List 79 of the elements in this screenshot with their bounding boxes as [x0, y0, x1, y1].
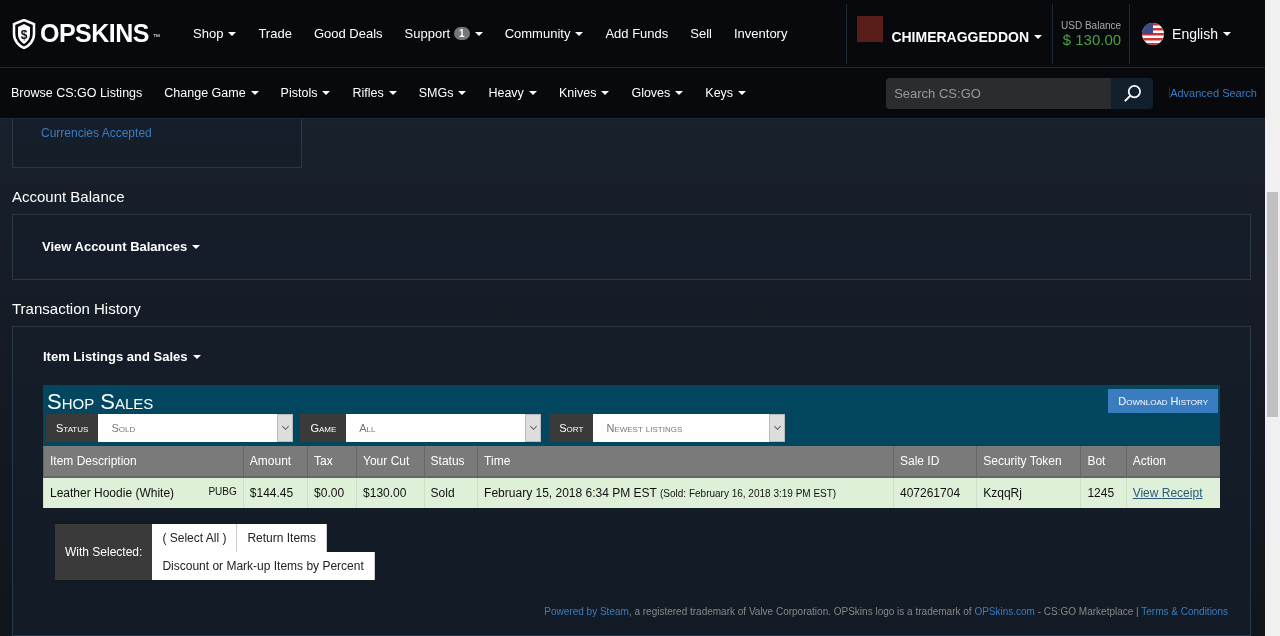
column-header: Your Cut	[356, 446, 425, 477]
filter-label: Sort	[549, 414, 594, 442]
column-header: Action	[1126, 446, 1220, 477]
category-menu[interactable]: Rifles	[352, 86, 397, 100]
shield-dollar-icon: $	[12, 18, 36, 49]
scrollbar-thumb[interactable]	[1267, 192, 1278, 417]
column-header: Time	[477, 446, 894, 477]
category-menu[interactable]: Change Game	[164, 86, 259, 100]
item-name: Leather Hoodie (White)	[50, 486, 175, 500]
filter-label: Status	[46, 414, 99, 442]
section-heading: Transaction History	[12, 300, 142, 317]
footer-text: Powered by Steam, a registered trademark of Valve Corporation. OPSkins logo is a trademark of OPSkins.com - CS:GO Marketplace | Terms & Conditions	[543, 606, 1228, 617]
nav-link[interactable]: Sell	[679, 26, 723, 41]
category-menu[interactable]: Heavy	[488, 86, 537, 100]
search-field[interactable]: Search CS:GO	[886, 77, 1112, 109]
caret-icon	[1034, 34, 1043, 39]
filter-select[interactable]: Sold	[98, 414, 294, 442]
game-tag: PUBG	[208, 486, 237, 500]
table-cell: 1245	[1080, 477, 1127, 508]
column-header: Sale ID	[893, 446, 977, 477]
search-button[interactable]	[1111, 77, 1154, 109]
username-menu[interactable]: CHIMERAGGEDDON	[891, 28, 1043, 45]
sold-time: (Sold: February 16, 2018 3:19 PM EST)	[660, 488, 837, 499]
balance-label: USD Balance	[1061, 19, 1122, 31]
notification-badge: 1	[454, 27, 470, 40]
terms-link[interactable]: Terms & Conditions	[1141, 606, 1228, 617]
caret-icon	[1223, 31, 1231, 36]
action-button[interactable]: Discount or Mark-up Items by Percent	[152, 552, 375, 580]
filter-select[interactable]: All	[346, 414, 542, 442]
filter-label: Game	[300, 414, 347, 442]
column-header: Status	[424, 446, 478, 477]
advanced-search-link[interactable]: Advanced Search	[1169, 87, 1257, 99]
flag-icon	[1142, 22, 1165, 45]
scrollbar[interactable]	[1265, 0, 1280, 636]
table-cell: Sold	[424, 477, 478, 508]
action-button[interactable]: Return Items	[237, 524, 328, 552]
nav-link[interactable]: Trade	[247, 26, 303, 41]
column-header: Security Token	[976, 446, 1081, 477]
table-cell: 407261704	[893, 477, 977, 508]
caret-icon	[192, 354, 201, 359]
caret-icon	[192, 244, 201, 249]
category-menu[interactable]: SMGs	[418, 86, 467, 100]
logo-text: OPSKINS	[40, 19, 150, 48]
nav-link[interactable]: Add Funds	[594, 26, 680, 41]
category-menu[interactable]: Pistols	[280, 86, 331, 100]
category-menu[interactable]: Keys	[705, 86, 747, 100]
with-selected-label: With Selected:	[55, 524, 153, 580]
dropdown-toggle[interactable]: View Account Balances	[42, 239, 201, 254]
section-heading: Account Balance	[12, 188, 126, 205]
nav-link[interactable]: Inventory	[722, 26, 799, 41]
logo[interactable]: $ OPSKINS $^{™}$	[12, 18, 161, 49]
table-cell: $0.00	[307, 477, 357, 508]
table-cell: $144.45	[243, 477, 308, 508]
listing-time: February 15, 2018 6:34 PM EST	[484, 486, 657, 500]
opskins-link[interactable]: OPSkins.com	[974, 606, 1035, 617]
action-button[interactable]: ( Select All )	[152, 524, 238, 552]
category-menu[interactable]: Knives	[558, 86, 610, 100]
nav-link[interactable]: Good Deals	[302, 26, 394, 41]
dropdown-toggle[interactable]: Item Listings and Sales	[43, 349, 201, 364]
nav-link[interactable]: Support 1	[393, 26, 494, 41]
column-header: Bot	[1080, 446, 1127, 477]
balance-amount: $ 130.00	[1062, 30, 1122, 48]
table-cell: KzqqRj	[976, 477, 1081, 508]
download-history-button[interactable]: Download History	[1108, 389, 1218, 413]
search-icon	[1122, 83, 1142, 103]
currencies-link[interactable]: Currencies Accepted	[41, 126, 152, 140]
nav-link[interactable]: Community	[493, 26, 595, 41]
column-header: Amount	[243, 446, 308, 477]
category-menu[interactable]: Browse CS:GO Listings	[11, 86, 143, 100]
panel-title: Shop Sales	[46, 389, 154, 415]
table-cell: $130.00	[356, 477, 425, 508]
column-header: Item Description	[43, 446, 244, 477]
filter-select[interactable]: Newest listings	[593, 414, 786, 442]
column-header: Tax	[307, 446, 357, 477]
language-menu[interactable]: English	[1172, 25, 1231, 42]
category-menu[interactable]: Gloves	[631, 86, 684, 100]
avatar-image[interactable]	[857, 15, 884, 42]
nav-link[interactable]: Shop	[182, 26, 248, 41]
steam-link[interactable]: Powered by Steam	[544, 606, 629, 617]
